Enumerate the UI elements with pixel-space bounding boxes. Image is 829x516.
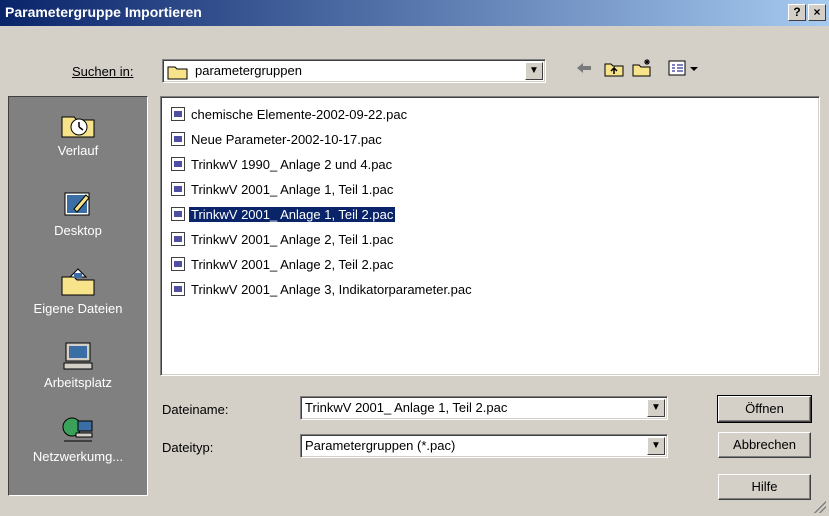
resize-grip[interactable]	[814, 501, 826, 513]
filename-dropdown-arrow[interactable]: ▼	[647, 399, 665, 417]
filetype-dropdown-arrow[interactable]: ▼	[647, 437, 665, 455]
lookin-label-text: Suchen in:	[72, 64, 134, 79]
file-name: TrinkwV 2001_ Anlage 3, Indikatorparamet…	[191, 281, 472, 297]
view-menu-icon[interactable]	[668, 58, 704, 78]
file-item[interactable]: TrinkwV 2001_ Anlage 2, Teil 2.pac	[171, 255, 395, 273]
places-bar: Verlauf Desktop Eigene Dateien Arbeitspl…	[8, 96, 148, 496]
file-name: TrinkwV 2001_ Anlage 1, Teil 2.pac	[187, 205, 397, 223]
place-label-network: Netzwerkumg...	[32, 449, 124, 464]
title-bar[interactable]: Parametergruppe Importieren ? ×	[0, 0, 829, 26]
my-documents-icon	[61, 268, 95, 296]
filename-combo[interactable]: TrinkwV 2001_ Anlage 1, Teil 2.pac ▼	[300, 396, 668, 420]
pac-file-icon	[171, 182, 185, 196]
place-label-history: Verlauf	[57, 143, 99, 158]
pac-file-icon	[171, 107, 185, 121]
file-item-selected[interactable]: TrinkwV 2001_ Anlage 1, Teil 2.pac	[171, 205, 397, 223]
file-name: chemische Elemente-2002-09-22.pac	[191, 106, 408, 122]
desktop-icon	[64, 192, 90, 216]
pac-file-icon	[171, 207, 185, 221]
file-name: Neue Parameter-2002-10-17.pac	[191, 131, 382, 147]
filetype-combo[interactable]: Parametergruppen (*.pac) ▼	[300, 434, 668, 458]
place-my-documents[interactable]: Eigene Dateien	[9, 267, 147, 316]
lookin-dropdown-arrow[interactable]: ▼	[525, 62, 543, 80]
back-arrow-icon[interactable]	[574, 58, 594, 78]
folder-open-icon	[167, 66, 188, 80]
pac-file-icon	[171, 157, 185, 171]
open-button[interactable]: Öffnen	[717, 395, 812, 423]
file-item[interactable]: TrinkwV 2001_ Anlage 2, Teil 1.pac	[171, 230, 395, 248]
file-name: TrinkwV 1990_ Anlage 2 und 4.pac	[191, 156, 393, 172]
lookin-label: Suchen in:	[72, 64, 133, 79]
file-item[interactable]: TrinkwV 1990_ Anlage 2 und 4.pac	[171, 155, 394, 173]
place-history[interactable]: Verlauf	[9, 109, 147, 158]
pac-file-icon	[171, 282, 185, 296]
filename-value: TrinkwV 2001_ Anlage 1, Teil 2.pac	[305, 400, 508, 415]
filetype-value: Parametergruppen (*.pac)	[305, 438, 456, 453]
new-folder-icon[interactable]	[632, 58, 652, 78]
file-item[interactable]: TrinkwV 2001_ Anlage 3, Indikatorparamet…	[171, 280, 474, 298]
file-name: TrinkwV 2001_ Anlage 2, Teil 2.pac	[191, 256, 394, 272]
file-item[interactable]: TrinkwV 2001_ Anlage 1, Teil 1.pac	[171, 180, 395, 198]
pac-file-icon	[171, 257, 185, 271]
close-button[interactable]: ×	[808, 4, 826, 21]
history-icon	[61, 116, 95, 138]
lookin-value: parametergruppen	[195, 63, 302, 78]
file-name: TrinkwV 2001_ Anlage 2, Teil 1.pac	[191, 231, 394, 247]
filetype-label: Dateityp:	[162, 440, 214, 455]
up-folder-icon[interactable]	[604, 58, 624, 78]
place-label-my-documents: Eigene Dateien	[33, 301, 123, 316]
cancel-button[interactable]: Abbrechen	[718, 432, 811, 458]
my-computer-icon	[63, 342, 93, 370]
window-title: Parametergruppe Importieren	[5, 4, 202, 20]
help-button[interactable]: Hilfe	[718, 474, 811, 500]
file-name: TrinkwV 2001_ Anlage 1, Teil 1.pac	[191, 181, 394, 197]
file-item[interactable]: chemische Elemente-2002-09-22.pac	[171, 105, 409, 123]
place-desktop[interactable]: Desktop	[9, 189, 147, 238]
place-label-my-computer: Arbeitsplatz	[44, 375, 112, 390]
pac-file-icon	[171, 132, 185, 146]
help-title-button[interactable]: ?	[788, 4, 806, 21]
place-label-desktop: Desktop	[54, 223, 102, 238]
filename-label: Dateiname:	[162, 402, 229, 417]
pac-file-icon	[171, 232, 185, 246]
file-list[interactable]: chemische Elemente-2002-09-22.pac Neue P…	[160, 96, 820, 376]
file-item[interactable]: Neue Parameter-2002-10-17.pac	[171, 130, 384, 148]
place-network[interactable]: Netzwerkumg...	[9, 415, 147, 464]
network-icon	[62, 417, 93, 442]
lookin-combo[interactable]: parametergruppen ▼	[162, 59, 546, 83]
place-my-computer[interactable]: Arbeitsplatz	[9, 341, 147, 390]
